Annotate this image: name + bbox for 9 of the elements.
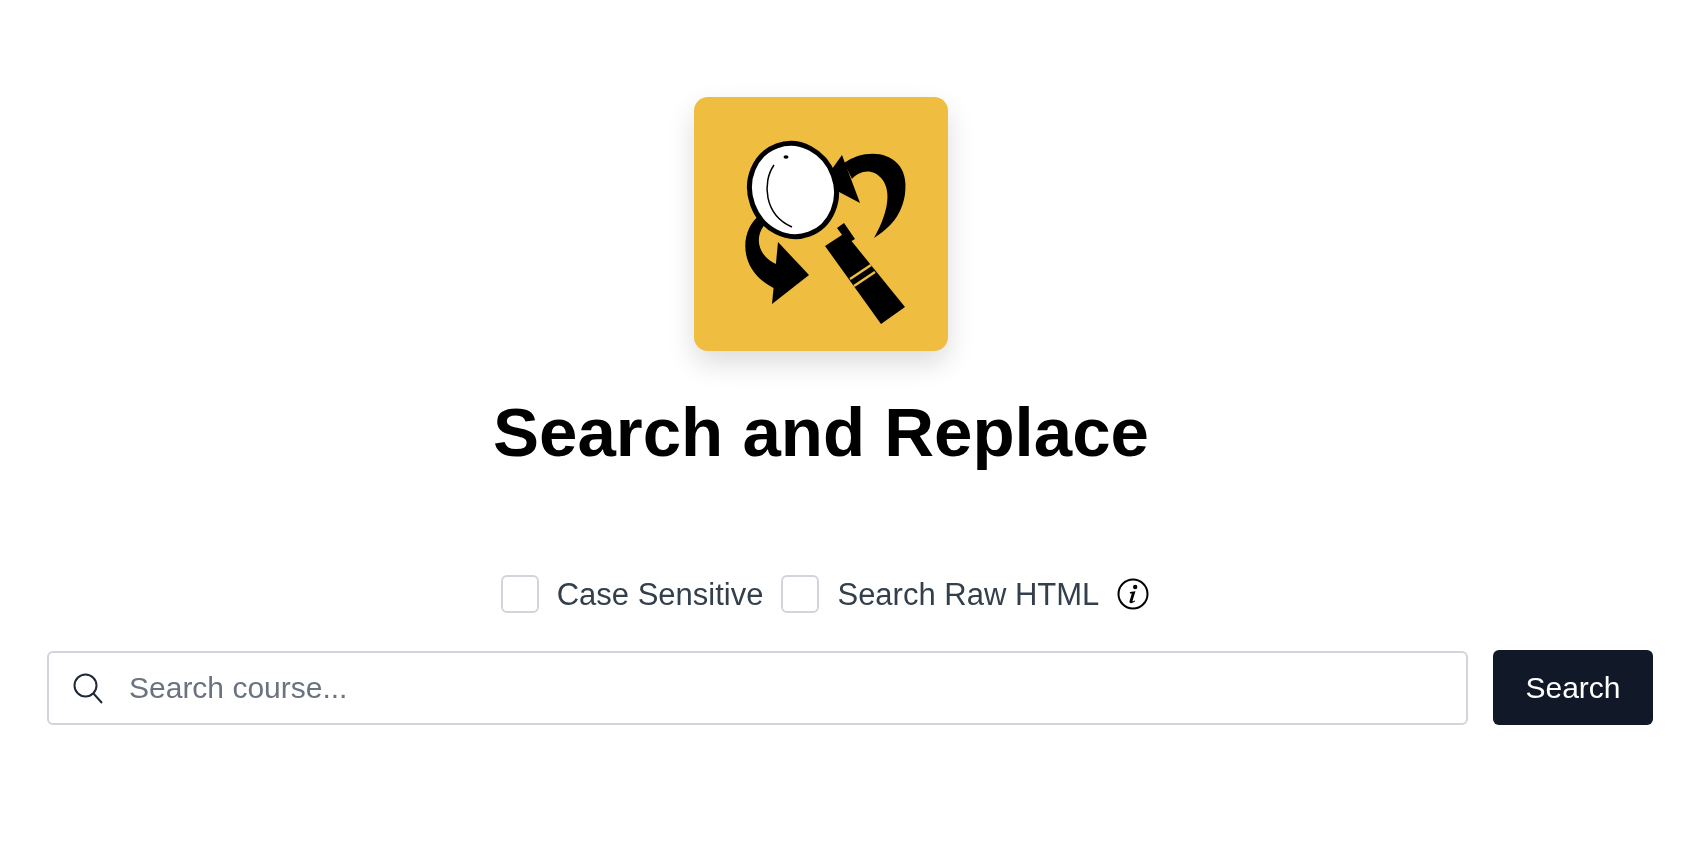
search-button[interactable]: Search <box>1493 650 1653 725</box>
option-label: Case Sensitive <box>556 578 764 610</box>
option-label: Search Raw HTML <box>837 578 1100 610</box>
search-field[interactable]: Search course... <box>47 650 1468 725</box>
info-icon[interactable] <box>1117 578 1150 610</box>
checkbox[interactable] <box>781 575 820 613</box>
search-icon <box>73 672 103 704</box>
checkbox[interactable] <box>500 575 539 613</box>
magnifier-arrows-icon <box>694 97 948 351</box>
